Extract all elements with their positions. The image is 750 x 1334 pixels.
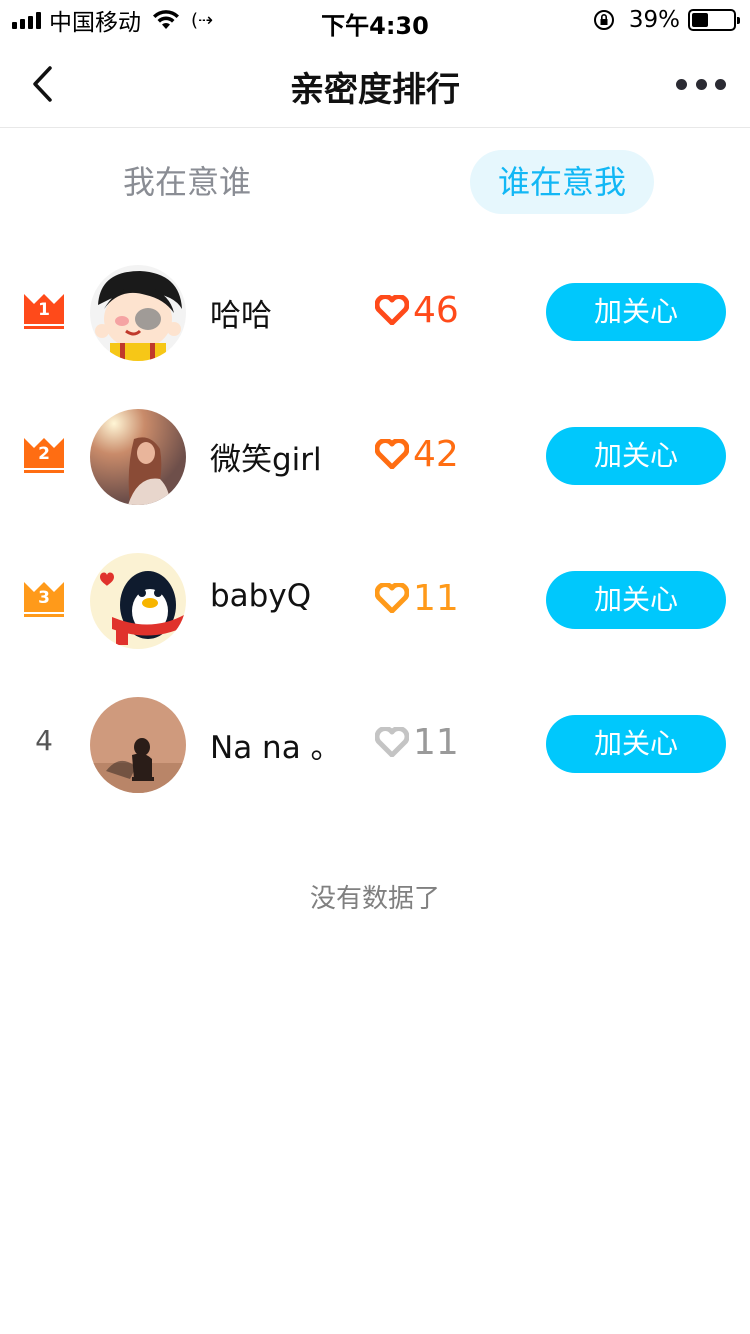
add-care-button[interactable]: 加关心 — [546, 571, 726, 629]
add-care-button[interactable]: 加关心 — [546, 283, 726, 341]
add-care-button[interactable]: 加关心 — [546, 715, 726, 773]
avatar-image — [90, 265, 186, 361]
battery-icon — [688, 9, 740, 31]
list-item[interactable]: 1 哈哈 46 加关心 — [0, 240, 750, 384]
list-item[interactable]: 2 微笑girl 42 加关心 — [0, 384, 750, 528]
user-name: 哈哈 — [210, 298, 272, 334]
heart-icon — [375, 583, 409, 613]
intimacy-score: 46 — [375, 288, 459, 332]
avatar-image — [90, 697, 186, 793]
rotation-lock-icon — [593, 10, 614, 30]
nav-bar: 亲密度排行 — [0, 40, 750, 128]
rank-number: 3 — [38, 588, 50, 608]
rank-number: 1 — [38, 300, 50, 320]
tab-who-cares-about-me[interactable]: 谁在意我 — [470, 150, 654, 214]
rank-number: 4 — [35, 724, 53, 757]
score-value: 11 — [413, 577, 459, 619]
avatar-image — [90, 409, 186, 505]
tab-bar: 我在意谁 谁在意我 — [0, 150, 750, 216]
rank-badge: 2 — [22, 434, 66, 474]
list-item[interactable]: 3 babyQ 11 加关心 — [0, 528, 750, 672]
intimacy-score: 42 — [375, 432, 459, 476]
status-bar: 中国移动 (⇢ 下午4:30 39% — [0, 0, 750, 40]
intimacy-score: 11 — [375, 720, 459, 764]
no-more-data-label: 没有数据了 — [309, 884, 440, 914]
status-right: 39% — [593, 6, 740, 34]
rank-badge: 3 — [22, 578, 66, 618]
more-dots-icon[interactable] — [676, 74, 726, 94]
user-name: Na na 。 — [210, 730, 342, 766]
list-item[interactable]: 4 Na na 。 11 加关心 — [0, 672, 750, 816]
avatar[interactable] — [90, 409, 186, 505]
battery-percent: 39% — [628, 7, 680, 33]
rank-badge: 1 — [22, 290, 66, 330]
score-value: 42 — [413, 433, 459, 475]
avatar[interactable] — [90, 553, 186, 649]
battery-level — [692, 13, 708, 27]
heart-icon — [375, 295, 409, 325]
intimacy-ranking-list: 1 哈哈 46 加关心 2 微笑girl 42 加关心 3 babyQ 11 加… — [0, 240, 750, 816]
score-value: 11 — [413, 721, 459, 763]
tab-i-care-about[interactable]: 我在意谁 — [92, 150, 282, 214]
add-care-button[interactable]: 加关心 — [546, 427, 726, 485]
avatar[interactable] — [90, 697, 186, 793]
user-name: babyQ — [210, 578, 312, 614]
heart-icon — [375, 439, 409, 469]
user-name: 微笑girl — [210, 442, 322, 478]
avatar-image — [90, 553, 186, 649]
heart-icon — [375, 727, 409, 757]
page-title: 亲密度排行 — [290, 70, 460, 110]
rank-number: 2 — [38, 444, 50, 464]
avatar[interactable] — [90, 265, 186, 361]
score-value: 46 — [413, 289, 459, 331]
intimacy-score: 11 — [375, 576, 459, 620]
